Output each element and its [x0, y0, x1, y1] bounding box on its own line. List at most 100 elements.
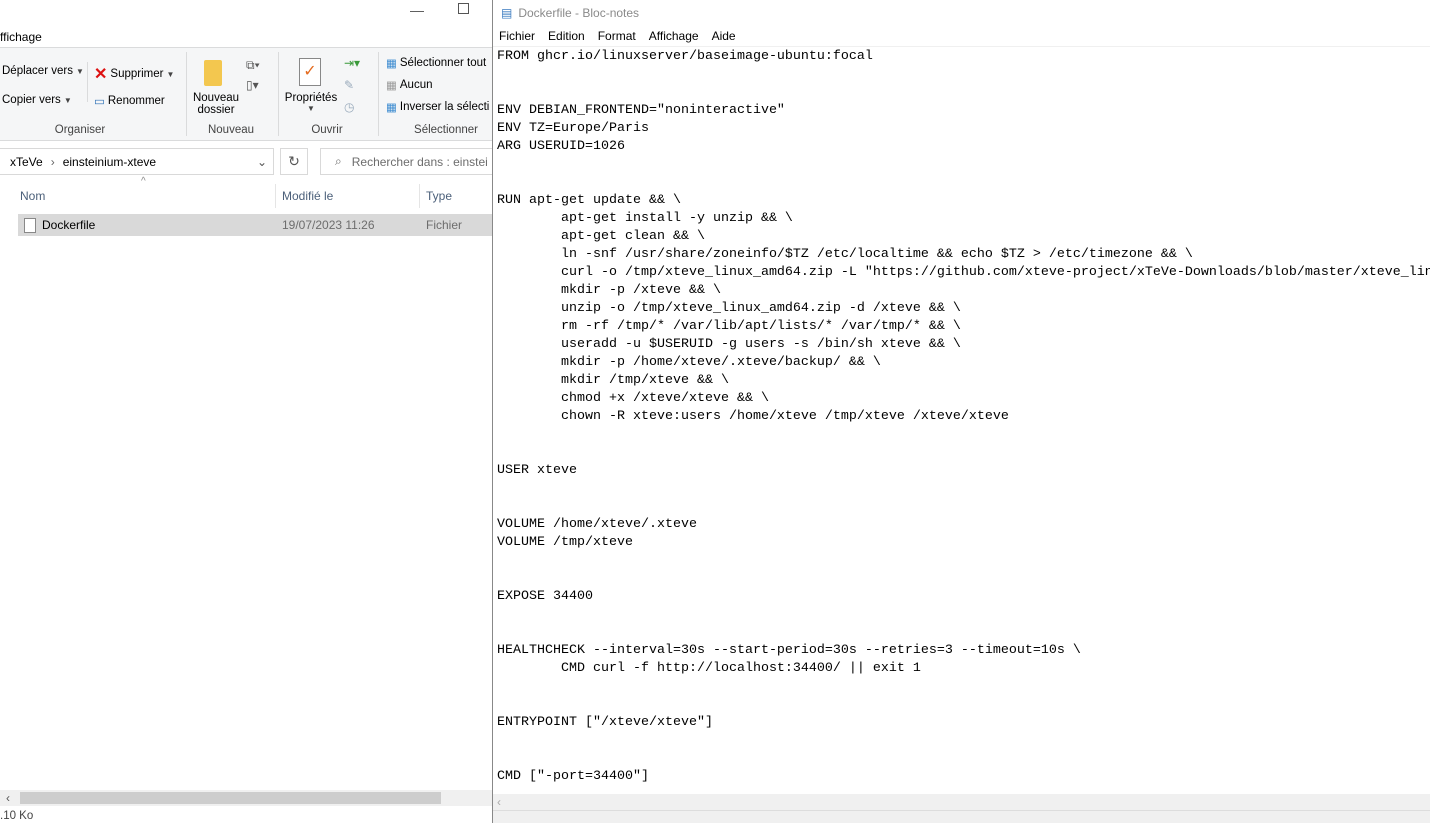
file-row[interactable]: Dockerfile 19/07/2023 11:26 Fichier — [18, 214, 492, 236]
ribbon: Déplacer vers ▼ Copier vers ▼ ✕ Supprimer ▼ … — [0, 47, 492, 141]
rename-icon: ▭ — [94, 96, 105, 108]
text-line — [497, 750, 1430, 768]
properties-icon: ✓ — [299, 58, 321, 86]
group-label-open: Ouvrir — [311, 124, 343, 136]
delete-button[interactable]: ✕ Supprimer ▼ — [94, 64, 174, 84]
invert-selection-button[interactable]: ▦ Inverser la sélecti — [386, 100, 489, 114]
text-line: ARG USERUID=1026 — [497, 139, 625, 154]
chevron-down-icon: ▼ — [75, 66, 84, 76]
menu-bar: Fichier Edition Format Affichage Aide — [493, 26, 1430, 47]
history-icon: ◷ — [344, 100, 355, 114]
text-line: chmod +x /xteve/xteve && \ — [497, 391, 769, 406]
new-item-icon[interactable]: ⧉▾ — [246, 58, 260, 73]
breadcrumb-item[interactable]: xTeVe — [10, 155, 43, 169]
delete-label: Supprimer — [110, 68, 164, 80]
copy-to-button[interactable]: Copier vers ▼ — [2, 94, 72, 106]
menu-aide[interactable]: Aide — [712, 29, 736, 43]
menu-edition[interactable]: Edition — [548, 29, 585, 43]
text-line — [497, 678, 1430, 696]
move-to-button[interactable]: Déplacer vers ▼ — [2, 65, 84, 77]
edit-icon: ✎ — [344, 78, 355, 92]
notepad-icon: ▤ — [501, 6, 513, 20]
text-line — [497, 696, 1430, 714]
search-placeholder: Rechercher dans : einstei — [351, 154, 488, 169]
scrollbar-thumb[interactable] — [20, 792, 441, 804]
text-line: unzip -o /tmp/xteve_linux_amd64.zip -d /… — [497, 301, 961, 316]
easy-access-icon[interactable]: ▯▾ — [246, 78, 259, 92]
text-line: VOLUME /tmp/xteve — [497, 535, 633, 550]
scroll-left-icon[interactable]: ‹ — [6, 791, 10, 805]
maximize-button[interactable] — [458, 3, 469, 14]
new-folder-button[interactable]: Nouveau dossier — [190, 92, 242, 116]
horizontal-scrollbar[interactable]: ‹ — [493, 794, 1430, 810]
delete-x-icon: ✕ — [94, 66, 108, 83]
select-none-label: Aucun — [399, 79, 433, 91]
text-line — [497, 66, 1430, 84]
invert-selection-label: Inverser la sélecti — [399, 101, 490, 113]
select-all-icon: ▦ — [386, 58, 397, 70]
text-line — [497, 498, 1430, 516]
text-line — [497, 606, 1430, 624]
search-input[interactable]: ⌕ Rechercher dans : einstei — [320, 148, 492, 175]
new-folder-icon — [204, 60, 222, 86]
refresh-button[interactable]: ↻ — [280, 148, 308, 175]
minimize-button[interactable]: — — [410, 2, 424, 18]
file-type: Fichier — [426, 218, 463, 232]
text-line: EXPOSE 34400 — [497, 589, 593, 604]
select-all-button[interactable]: ▦ Sélectionner tout — [386, 56, 486, 70]
file-icon — [24, 217, 36, 233]
file-explorer-window: — ffichage Déplacer vers ▼ Copier vers ▼ ✕… — [0, 0, 492, 823]
menu-affichage[interactable]: Affichage — [649, 29, 699, 43]
copy-to-label: Copier vers — [2, 94, 61, 106]
text-line: rm -rf /tmp/* /var/lib/apt/lists/* /var/… — [497, 319, 961, 334]
divider — [278, 52, 279, 136]
text-line — [497, 84, 1430, 102]
text-line: mkdir -p /xteve && \ — [497, 283, 721, 298]
menu-fichier[interactable]: Fichier — [499, 29, 535, 43]
search-icon: ⌕ — [335, 154, 342, 168]
column-header-name[interactable]: Nom — [20, 189, 45, 203]
chevron-right-icon: › — [50, 154, 55, 169]
text-line — [497, 624, 1430, 642]
select-none-button[interactable]: ▦ Aucun — [386, 78, 432, 92]
divider — [419, 184, 420, 208]
text-line — [497, 570, 1430, 588]
text-line — [497, 552, 1430, 570]
properties-label: Propriétés — [284, 92, 338, 104]
divider — [186, 52, 187, 136]
text-line — [497, 480, 1430, 498]
column-header-type[interactable]: Type — [426, 189, 452, 203]
properties-button[interactable]: Propriétés ▼ — [284, 92, 338, 113]
file-modified: 19/07/2023 11:26 — [282, 218, 375, 232]
invert-selection-icon: ▦ — [386, 102, 397, 114]
text-line: FROM ghcr.io/linuxserver/baseimage-ubunt… — [497, 49, 873, 64]
breadcrumb-item[interactable]: einsteinium-xteve — [63, 155, 156, 169]
address-bar[interactable]: xTeVe › einsteinium-xteve ⌄ — [0, 148, 274, 175]
file-name: Dockerfile — [42, 218, 96, 232]
text-line: USER xteve — [497, 463, 577, 478]
rename-button[interactable]: ▭ Renommer — [94, 94, 165, 108]
text-line: chown -R xteve:users /home/xteve /tmp/xt… — [497, 409, 1009, 424]
text-editor[interactable]: FROM ghcr.io/linuxserver/baseimage-ubunt… — [497, 48, 1430, 794]
move-to-label: Déplacer vers — [2, 65, 73, 77]
chevron-down-icon: ▼ — [63, 95, 72, 105]
text-line: HEALTHCHECK --interval=30s --start-perio… — [497, 643, 1081, 658]
chevron-down-icon: ▼ — [166, 69, 175, 79]
chevron-down-icon[interactable]: ⌄ — [257, 155, 267, 169]
divider — [378, 52, 379, 136]
text-line — [497, 732, 1430, 750]
status-size: .10 Ko — [0, 810, 34, 822]
menu-format[interactable]: Format — [598, 29, 636, 43]
open-icon[interactable]: ⇥▾ — [344, 56, 360, 70]
window-title: Dockerfile - Bloc-notes — [518, 6, 640, 20]
tab-affichage[interactable]: ffichage — [0, 30, 42, 44]
text-line: apt-get clean && \ — [497, 229, 705, 244]
text-line — [497, 174, 1430, 192]
chevron-down-icon: ▼ — [307, 104, 315, 113]
text-line: ENTRYPOINT ["/xteve/xteve"] — [497, 715, 713, 730]
scroll-left-icon[interactable]: ‹ — [497, 795, 501, 809]
sort-ascending-icon: ^ — [141, 176, 146, 187]
group-label-new: Nouveau — [207, 124, 255, 136]
horizontal-scrollbar[interactable]: ‹ — [0, 790, 492, 806]
column-header-modified[interactable]: Modifié le — [282, 189, 333, 203]
